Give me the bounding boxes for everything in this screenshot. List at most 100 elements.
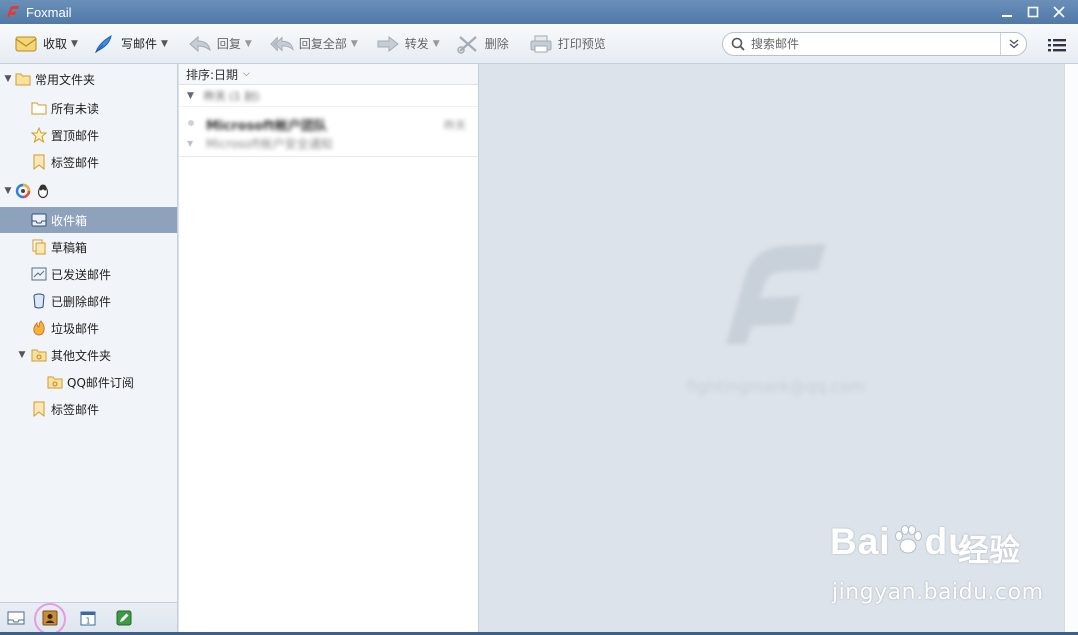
close-icon [1053, 6, 1065, 18]
sidebar-item-sent[interactable]: 已发送邮件 [0, 261, 177, 287]
expand-arrow-icon[interactable]: ▼ [3, 74, 13, 84]
maximize-icon [1027, 6, 1039, 18]
jingyan-url: jingyan.baidu.com [832, 580, 1044, 605]
flag-icon[interactable]: ▼ [187, 139, 193, 148]
receive-label: 收取 [43, 37, 68, 51]
common-folders-group[interactable]: ▼ 常用文件夹 [0, 66, 177, 92]
contacts-nav-button[interactable] [40, 608, 60, 628]
sidebar-item-label: 所有未读 [51, 101, 100, 116]
star-icon [31, 127, 47, 143]
delete-button[interactable]: 删除 [450, 29, 515, 59]
search-icon [728, 34, 748, 54]
reply-all-button[interactable]: 回复全部 ▼ [264, 29, 364, 59]
window-controls [994, 0, 1072, 24]
account-email: fightingmark@qq.com [686, 377, 866, 396]
reply-arrow-icon [188, 33, 212, 55]
mail-subject: Microsoft帐户安全通知 [206, 137, 333, 151]
note-pencil-icon [116, 610, 132, 626]
scissors-icon [456, 33, 480, 55]
mail-list-item[interactable]: ▼ Microsoft帐户团队 昨天 Microsoft帐户安全通知 [179, 107, 478, 157]
sidebar-item-label: 置顶邮件 [51, 128, 100, 143]
sidebar-item-tagged[interactable]: 标签邮件 [0, 149, 177, 175]
close-button[interactable] [1046, 0, 1072, 24]
title-bar: Foxmail [0, 0, 1078, 24]
contacts-card-icon [42, 610, 58, 626]
paw-icon [894, 525, 922, 554]
search-box [722, 32, 1027, 56]
forward-arrow-icon [376, 33, 400, 55]
chevron-down-icon: ⌵ [243, 69, 250, 79]
sidebar-item-label: QQ邮件订阅 [67, 375, 134, 390]
sidebar-item-all-unread[interactable]: 所有未读 [0, 95, 177, 121]
reply-button[interactable]: 回复 ▼ [182, 29, 258, 59]
sidebar-item-pinned[interactable]: 置顶邮件 [0, 122, 177, 148]
sidebar-item-qq-subscription[interactable]: QQ邮件订阅 [0, 369, 177, 395]
compose-button[interactable]: 写邮件 ▼ [86, 29, 174, 59]
sidebar-item-label: 标签邮件 [51, 402, 100, 417]
mail-tray-icon [7, 611, 25, 625]
sidebar-item-label: 收件箱 [51, 213, 88, 228]
calendar-nav-button[interactable]: 1 [78, 608, 98, 628]
calendar-icon: 1 [80, 611, 96, 626]
collapse-arrow-icon[interactable]: ▼ [187, 91, 194, 101]
sidebar-item-label: 草稿箱 [51, 240, 88, 255]
search-input[interactable] [751, 34, 991, 54]
mail-nav-button[interactable] [6, 608, 26, 628]
compose-label: 写邮件 [120, 37, 157, 51]
sidebar-item-label: 已删除邮件 [51, 294, 112, 309]
double-chevron-down-icon [1009, 39, 1018, 49]
receive-dropdown-icon[interactable]: ▼ [71, 39, 78, 49]
mail-list-pane: 排序:日期 ⌵ ▼ 昨天 (1 封) ▼ Microsoft帐户团队 昨天 Mi… [179, 64, 479, 632]
sidebar-item-tag-mail[interactable]: 标签邮件 [0, 396, 177, 422]
sidebar-item-label: 标签邮件 [51, 155, 100, 170]
reply-all-label: 回复全部 [298, 37, 347, 51]
search-options-button[interactable] [1000, 33, 1026, 55]
drafts-icon [31, 239, 47, 255]
reply-all-dropdown-icon[interactable]: ▼ [351, 39, 358, 49]
unread-dot-icon[interactable] [188, 120, 194, 126]
preview-scrollbar[interactable] [1064, 64, 1078, 632]
svg-text:1: 1 [85, 617, 90, 626]
baidu-wordmark: Bai du [830, 521, 972, 562]
mail-sender: Microsoft帐户团队 [206, 119, 327, 134]
sidebar-item-inbox[interactable]: 收件箱 [0, 207, 177, 233]
sidebar-item-deleted[interactable]: 已删除邮件 [0, 288, 177, 314]
toolbar: 收取 ▼ 写邮件 ▼ 回复 ▼ 回复全部 ▼ 转发 ▼ 删除 打印预览 搜索邮件 [0, 24, 1078, 64]
print-preview-label: 打印预览 [557, 37, 606, 51]
mail-date: 昨天 [444, 119, 466, 132]
account-ring-icon [15, 183, 31, 199]
folder-icon [15, 71, 31, 87]
delete-label: 删除 [484, 37, 509, 51]
printer-icon [529, 33, 553, 55]
folder-icon [31, 100, 47, 116]
feather-pen-icon [92, 33, 116, 55]
minimize-button[interactable] [994, 0, 1020, 24]
main-menu-button[interactable] [1046, 36, 1068, 54]
sidebar-item-junk[interactable]: 垃圾邮件 [0, 315, 177, 341]
date-group-header[interactable]: ▼ 昨天 (1 封) [179, 85, 478, 107]
receive-button[interactable]: 收取 ▼ [8, 29, 84, 59]
reply-label: 回复 [216, 37, 241, 51]
sort-selector[interactable]: 排序:日期 ⌵ [179, 64, 478, 85]
trash-can-icon [31, 293, 47, 309]
sidebar-item-label: 已发送邮件 [51, 267, 112, 282]
expand-arrow-icon[interactable]: ▼ [17, 350, 27, 360]
account-group[interactable]: ▼ [0, 178, 177, 204]
sidebar-item-drafts[interactable]: 草稿箱 [0, 234, 177, 260]
bookmark-icon [31, 401, 47, 417]
forward-button[interactable]: 转发 ▼ [370, 29, 446, 59]
rss-folder-icon [31, 347, 47, 363]
common-folders-label: 常用文件夹 [35, 72, 96, 87]
compose-dropdown-icon[interactable]: ▼ [161, 39, 168, 49]
reply-dropdown-icon[interactable]: ▼ [245, 39, 252, 49]
print-preview-button[interactable]: 打印预览 [523, 29, 612, 59]
other-folders-group[interactable]: ▼ 其他文件夹 [0, 342, 177, 368]
list-menu-icon [1048, 39, 1066, 52]
bookmark-icon [31, 154, 47, 170]
maximize-button[interactable] [1020, 0, 1046, 24]
forward-dropdown-icon[interactable]: ▼ [433, 39, 440, 49]
baidu-jingyan-watermark: Bai du 经验 jingyan.baidu.com [830, 516, 1043, 616]
expand-arrow-icon[interactable]: ▼ [3, 186, 13, 196]
notes-nav-button[interactable] [114, 608, 134, 628]
jingyan-text: 经验 [958, 533, 1020, 569]
